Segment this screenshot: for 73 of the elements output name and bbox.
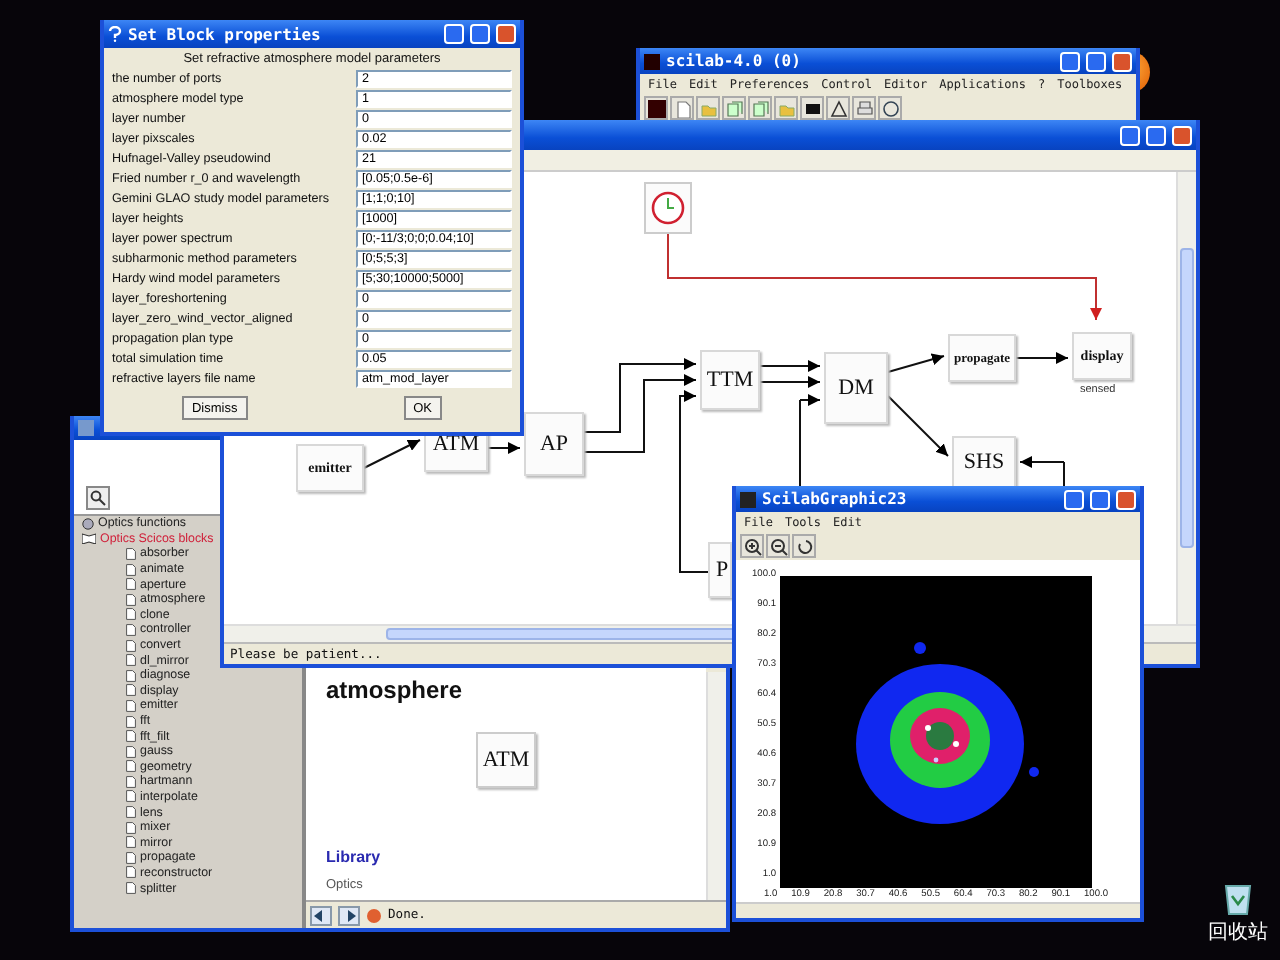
- page-heading: atmosphere: [326, 676, 465, 704]
- diagram-block[interactable]: DM: [824, 352, 888, 424]
- toolbar-button[interactable]: [878, 96, 902, 120]
- link-arrow: [1015, 352, 1069, 364]
- recycle-bin-icon[interactable]: [1222, 880, 1254, 916]
- globe-icon: [82, 517, 94, 530]
- printer-icon: [855, 99, 873, 117]
- search-button[interactable]: [86, 486, 110, 510]
- clock-icon: [650, 190, 686, 226]
- close-button[interactable]: [1172, 125, 1192, 145]
- maximize-button[interactable]: [1090, 489, 1110, 509]
- link-arrow: [887, 353, 945, 373]
- diagram-block[interactable]: TTM: [700, 350, 760, 410]
- documents-icon: [725, 99, 743, 117]
- speckle-dot: [925, 725, 931, 731]
- app-icon: [644, 53, 660, 69]
- maximize-button[interactable]: [1086, 51, 1106, 71]
- speckle-dot: [933, 757, 939, 763]
- link-arrow: [487, 442, 521, 454]
- forward-button[interactable]: [338, 905, 360, 925]
- monitor-icon: [803, 99, 821, 117]
- zoom-out-button[interactable]: [766, 534, 790, 558]
- diagram-block[interactable]: P: [708, 542, 732, 598]
- desktop-icon-label[interactable]: 回收站: [1208, 918, 1268, 946]
- question-icon: [881, 99, 899, 117]
- app-icon: [78, 420, 94, 436]
- left-arrow-icon: [314, 909, 328, 921]
- diagram-block[interactable]: SHS: [952, 436, 1016, 488]
- vertical-scrollbar[interactable]: [706, 672, 726, 900]
- triangle-icon: [829, 99, 847, 117]
- link-arrow: [759, 376, 821, 388]
- minimize-button[interactable]: [1120, 125, 1140, 145]
- help-icon: [108, 26, 122, 42]
- block-diagram-node: ATM: [476, 732, 536, 788]
- right-arrow-icon: [342, 909, 356, 921]
- link-arrow: [799, 394, 821, 406]
- speckle-dot: [1029, 767, 1039, 777]
- stop-icon: [366, 907, 382, 923]
- link-arrow: [759, 360, 821, 372]
- close-button[interactable]: [1116, 489, 1136, 509]
- library-link[interactable]: Library: [326, 848, 686, 866]
- toolbar-button[interactable]: [644, 96, 668, 120]
- back-button[interactable]: [310, 905, 332, 925]
- rotate-button[interactable]: [792, 534, 816, 558]
- speckle-dot: [953, 741, 959, 747]
- link-arrow: [363, 439, 421, 469]
- minimize-button[interactable]: [1060, 51, 1080, 71]
- speckle-dot: [914, 642, 926, 654]
- window-title: ScilabGraphic23: [762, 490, 909, 508]
- link-arrow: [1019, 456, 1065, 468]
- clock-block[interactable]: [644, 182, 692, 234]
- documents-icon: [751, 99, 769, 117]
- close-button[interactable]: [496, 24, 516, 44]
- link-arrow: [887, 395, 949, 457]
- maximize-button[interactable]: [470, 24, 490, 44]
- toolbar-button[interactable]: [826, 96, 850, 120]
- vertical-scrollbar[interactable]: [1176, 172, 1196, 624]
- close-button[interactable]: [1112, 51, 1132, 71]
- zoom-out-icon: [769, 537, 787, 555]
- app-icon: [740, 491, 756, 507]
- minimize-button[interactable]: [1064, 489, 1084, 509]
- diagram-block[interactable]: AP: [524, 412, 584, 476]
- minimize-button[interactable]: [444, 24, 464, 44]
- rotate-icon: [795, 537, 813, 555]
- search-icon: [90, 490, 106, 506]
- open-book-icon: [82, 532, 96, 545]
- toolbar-button[interactable]: [800, 96, 824, 120]
- zoom-in-button[interactable]: [740, 534, 764, 558]
- maximize-button[interactable]: [1146, 125, 1166, 145]
- window-title: Set Block properties: [128, 25, 323, 43]
- zoom-in-icon: [743, 537, 761, 555]
- window-title: scilab-4.0 (0): [666, 52, 803, 70]
- logo-icon: [647, 99, 665, 117]
